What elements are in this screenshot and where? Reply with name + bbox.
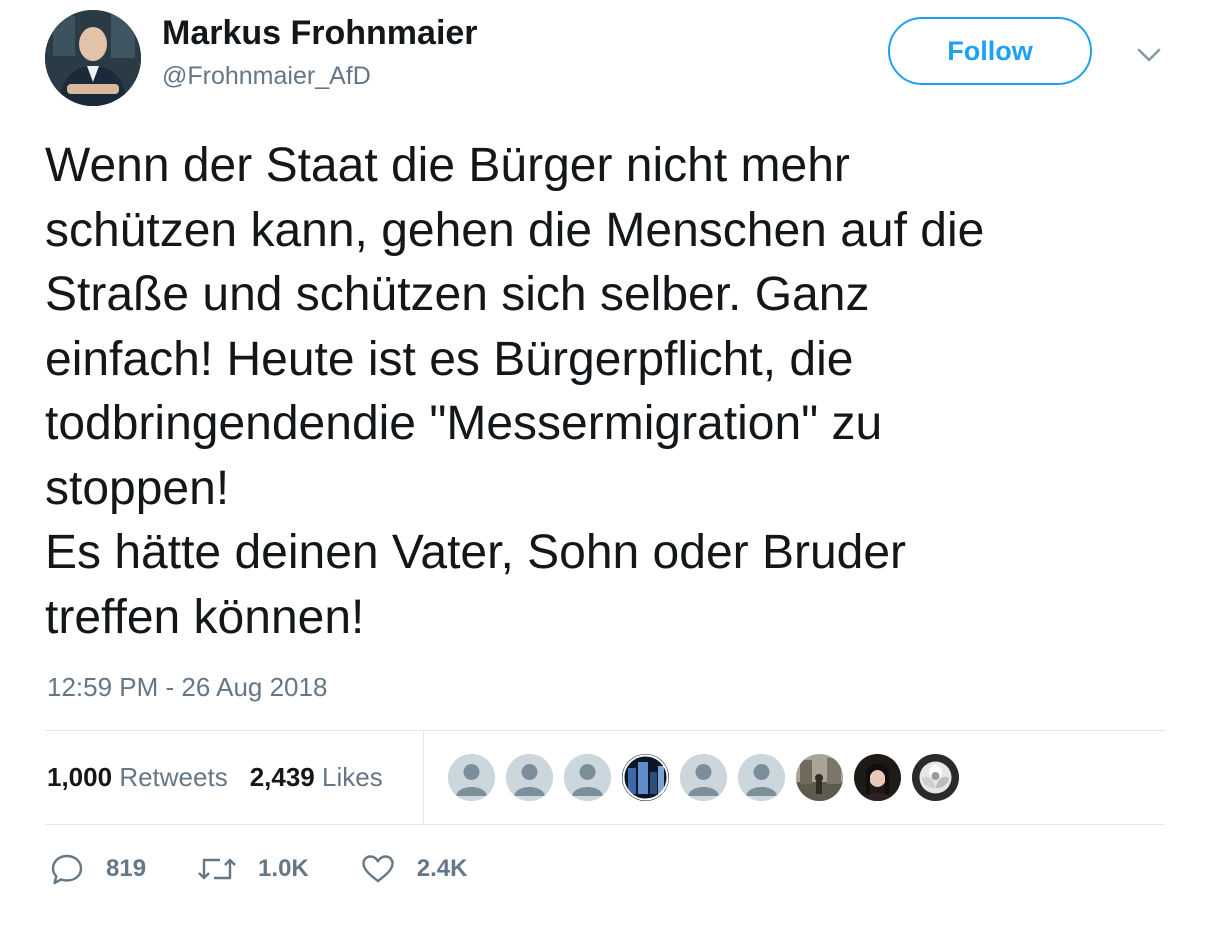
liker-avatar-photo[interactable] — [796, 754, 843, 801]
reply-icon — [51, 854, 83, 885]
retweets-count: 1,000 — [47, 762, 113, 792]
divider-bottom — [45, 824, 1165, 825]
liker-avatar-rose[interactable] — [912, 754, 959, 801]
author-handle[interactable]: @Frohnmaier_AfD — [162, 62, 371, 91]
heart-icon — [362, 855, 394, 883]
tweet-stats: 1,000 Retweets 2,439 Likes — [47, 762, 383, 793]
retweets-label: Retweets — [119, 762, 228, 792]
liker-avatar-photo[interactable] — [622, 754, 669, 801]
author-display-name[interactable]: Markus Frohnmaier — [162, 14, 478, 53]
tweet-actions: 819 1.0K 2.4K — [50, 852, 519, 886]
like-action[interactable]: 2.4K — [361, 854, 468, 884]
tweet-timestamp[interactable]: 12:59 PM - 26 Aug 2018 — [47, 672, 327, 703]
author-avatar[interactable] — [45, 10, 141, 106]
stats-divider — [423, 731, 424, 824]
liker-avatar-default[interactable] — [738, 754, 785, 801]
liker-avatar-default[interactable] — [506, 754, 553, 801]
retweets-stat[interactable]: 1,000 Retweets — [47, 762, 228, 793]
likes-stat[interactable]: 2,439 Likes — [250, 762, 383, 793]
liker-avatar-default[interactable] — [448, 754, 495, 801]
liker-avatar-default[interactable] — [564, 754, 611, 801]
liker-avatars — [448, 754, 959, 801]
likes-count: 2,439 — [249, 762, 315, 792]
liker-avatar-photo[interactable] — [854, 754, 901, 801]
chevron-down-icon[interactable] — [1134, 44, 1164, 68]
liker-avatar-default[interactable] — [680, 754, 727, 801]
tweet-text: Wenn der Staat die Bürger nicht mehr sch… — [45, 139, 985, 644]
retweet-count: 1.0K — [258, 855, 309, 882]
likes-label: Likes — [322, 762, 383, 792]
reply-count: 819 — [106, 855, 147, 882]
like-count: 2.4K — [416, 855, 468, 882]
follow-button[interactable]: Follow — [888, 17, 1092, 85]
retweet-icon — [198, 858, 236, 880]
divider-top — [45, 730, 1165, 731]
retweet-action[interactable]: 1.0K — [198, 854, 309, 884]
reply-action[interactable]: 819 — [50, 852, 146, 886]
author-photo — [45, 10, 141, 106]
